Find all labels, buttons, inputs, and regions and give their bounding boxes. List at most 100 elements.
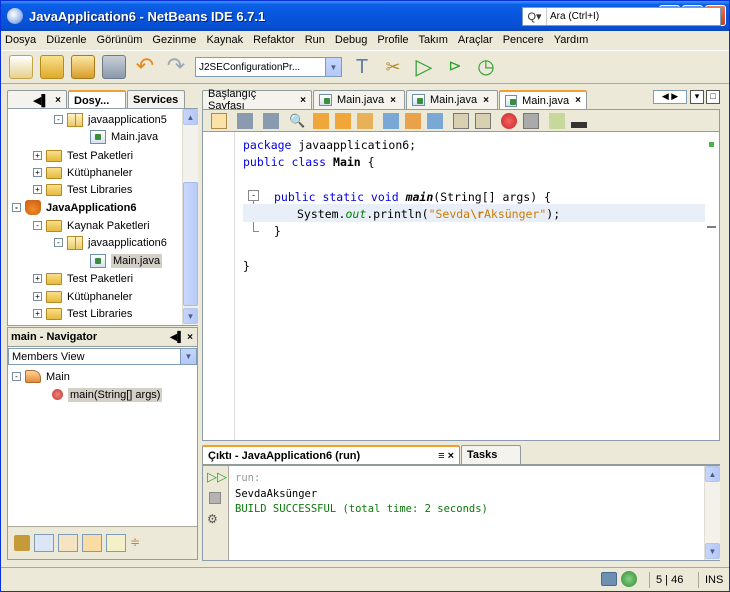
scroll-down-icon[interactable]: ▼ [183, 308, 198, 324]
close-icon[interactable]: × [55, 95, 61, 106]
code-editor[interactable]: - package javaapplication6; public class… [202, 131, 720, 441]
tab-main-java-1[interactable]: Main.java × [313, 90, 405, 109]
close-icon[interactable]: × [390, 95, 396, 106]
menu-pencere[interactable]: Pencere [503, 34, 544, 46]
filter-icon[interactable] [14, 535, 30, 551]
shift-left-icon[interactable] [453, 112, 469, 129]
stop-macro-icon[interactable] [523, 112, 539, 129]
scroll-up-icon[interactable]: ▲ [183, 109, 198, 125]
menu-gezinme[interactable]: Gezinme [152, 34, 196, 46]
last-edit-icon[interactable] [211, 112, 227, 129]
collapse-icon[interactable]: - [33, 221, 42, 230]
collapse-icon[interactable]: - [12, 372, 21, 381]
tab-main-java-active[interactable]: Main.java × [499, 90, 587, 109]
save-all-icon[interactable] [102, 55, 126, 79]
menu-takim[interactable]: Takım [419, 34, 448, 46]
menu-refaktor[interactable]: Refaktor [253, 34, 295, 46]
fields-filter-icon[interactable] [34, 534, 54, 552]
expand-icon[interactable]: + [33, 309, 42, 318]
close-icon[interactable]: ◀▌ × [170, 332, 193, 343]
sort-icon[interactable]: ≑ [130, 535, 146, 551]
find-icon[interactable]: 🔍 [289, 113, 305, 129]
tab-main-java-2[interactable]: Main.java × [406, 90, 498, 109]
menu-araclar[interactable]: Araçlar [458, 34, 493, 46]
expand-icon[interactable]: + [33, 292, 42, 301]
error-stripe-mark[interactable] [707, 226, 716, 228]
menu-dosya[interactable]: Dosya [5, 34, 36, 46]
undo-icon[interactable]: ↶ [133, 55, 157, 79]
scroll-thumb[interactable] [183, 182, 198, 306]
static-filter-icon[interactable] [58, 534, 78, 552]
uncomment-icon[interactable] [571, 121, 587, 128]
tree-item-test-libraries[interactable]: + Test Libraries [33, 305, 132, 322]
tab-scroll-icon[interactable]: ◀ ▶ [653, 90, 687, 104]
new-project-icon[interactable] [40, 55, 64, 79]
search-input[interactable]: Q▾ Ara (Ctrl+I) [522, 7, 721, 26]
back-icon[interactable] [237, 112, 253, 129]
profile-icon[interactable]: ◷ [474, 55, 498, 79]
members-view-select[interactable]: Members View ▼ [8, 348, 197, 365]
projects-scrollbar[interactable]: ▲ ▼ [182, 109, 198, 325]
find-prev-icon[interactable] [313, 112, 329, 129]
find-selection-icon[interactable] [357, 112, 373, 129]
tree-item-libraries[interactable]: + Kütüphaneler [33, 164, 132, 181]
menu-yardim[interactable]: Yardım [554, 34, 589, 46]
find-next-icon[interactable] [335, 112, 351, 129]
tab-output[interactable]: Çıktı - JavaApplication6 (run) ≡ × [202, 445, 460, 464]
settings-icon[interactable]: ⚙ [207, 512, 218, 526]
collapse-icon[interactable]: - [54, 238, 63, 247]
shift-right-icon[interactable] [475, 112, 491, 129]
scroll-up-icon[interactable]: ▲ [705, 466, 720, 482]
lock-icon[interactable] [82, 534, 102, 552]
open-project-icon[interactable] [71, 55, 95, 79]
debug-icon[interactable]: ⊳ [443, 55, 467, 79]
pin-icon[interactable]: ◀▌ [33, 94, 49, 107]
record-macro-icon[interactable] [501, 112, 517, 129]
collapse-icon[interactable]: - [12, 203, 21, 212]
tree-item-source-packages[interactable]: - Kaynak Paketleri [33, 217, 150, 234]
expand-icon[interactable]: + [33, 168, 42, 177]
fold-icon[interactable]: - [248, 190, 259, 201]
redo-icon[interactable]: ↷ [164, 55, 188, 79]
navigator-class-node[interactable]: - Main [12, 368, 70, 385]
tree-item-main-java-selected[interactable]: Main.java [90, 252, 163, 269]
run-icon[interactable]: ▷ [412, 55, 436, 79]
new-file-icon[interactable] [9, 55, 33, 79]
comment-icon[interactable] [549, 112, 565, 129]
menu-duzenle[interactable]: Düzenle [46, 34, 86, 46]
tab-tasks[interactable]: Tasks [461, 445, 521, 464]
tab-services[interactable]: Services [127, 90, 185, 109]
tab-files[interactable]: Dosy... [68, 90, 126, 109]
navigator-method-node[interactable]: main(String[] args) [52, 386, 163, 403]
scroll-down-icon[interactable]: ▼ [705, 543, 720, 559]
toggle-bookmark-icon[interactable] [427, 112, 443, 129]
menu-profile[interactable]: Profile [377, 34, 408, 46]
menu-kaynak[interactable]: Kaynak [206, 34, 243, 46]
forward-icon[interactable] [263, 112, 279, 129]
stop-icon[interactable] [209, 492, 221, 504]
tree-item-libraries[interactable]: + Kütüphaneler [33, 288, 132, 305]
configuration-select[interactable]: J2SEConfigurationPr... ▼ [195, 57, 342, 77]
menu-debug[interactable]: Debug [335, 34, 367, 46]
tree-item-test-packages[interactable]: + Test Paketleri [33, 270, 133, 287]
expand-icon[interactable]: + [33, 274, 42, 283]
bookmark-next-icon[interactable] [405, 112, 421, 129]
expand-icon[interactable]: + [33, 151, 42, 160]
chevron-down-icon[interactable]: ▾ [690, 90, 704, 104]
update-icon[interactable] [621, 571, 637, 587]
menu-run[interactable]: Run [305, 34, 325, 46]
tree-item-main-java[interactable]: Main.java [90, 128, 158, 145]
expand-icon[interactable]: + [33, 185, 42, 194]
bookmark-prev-icon[interactable] [383, 112, 399, 129]
clean-build-icon[interactable]: ✂ [381, 55, 405, 79]
close-icon[interactable]: × [300, 95, 306, 106]
collapse-icon[interactable]: - [54, 115, 63, 124]
tree-item-project[interactable]: - JavaApplication6 [12, 199, 136, 216]
tree-item-test-libraries[interactable]: + Test Libraries [33, 181, 132, 198]
close-icon[interactable]: × [483, 95, 489, 106]
tree-item-package[interactable]: - javaapplication6 [54, 234, 167, 251]
output-scrollbar[interactable]: ▲ ▼ [704, 466, 720, 560]
close-icon[interactable]: × [575, 95, 581, 106]
hammer-icon[interactable]: T [350, 55, 374, 79]
menu-gorunum[interactable]: Görünüm [97, 34, 143, 46]
